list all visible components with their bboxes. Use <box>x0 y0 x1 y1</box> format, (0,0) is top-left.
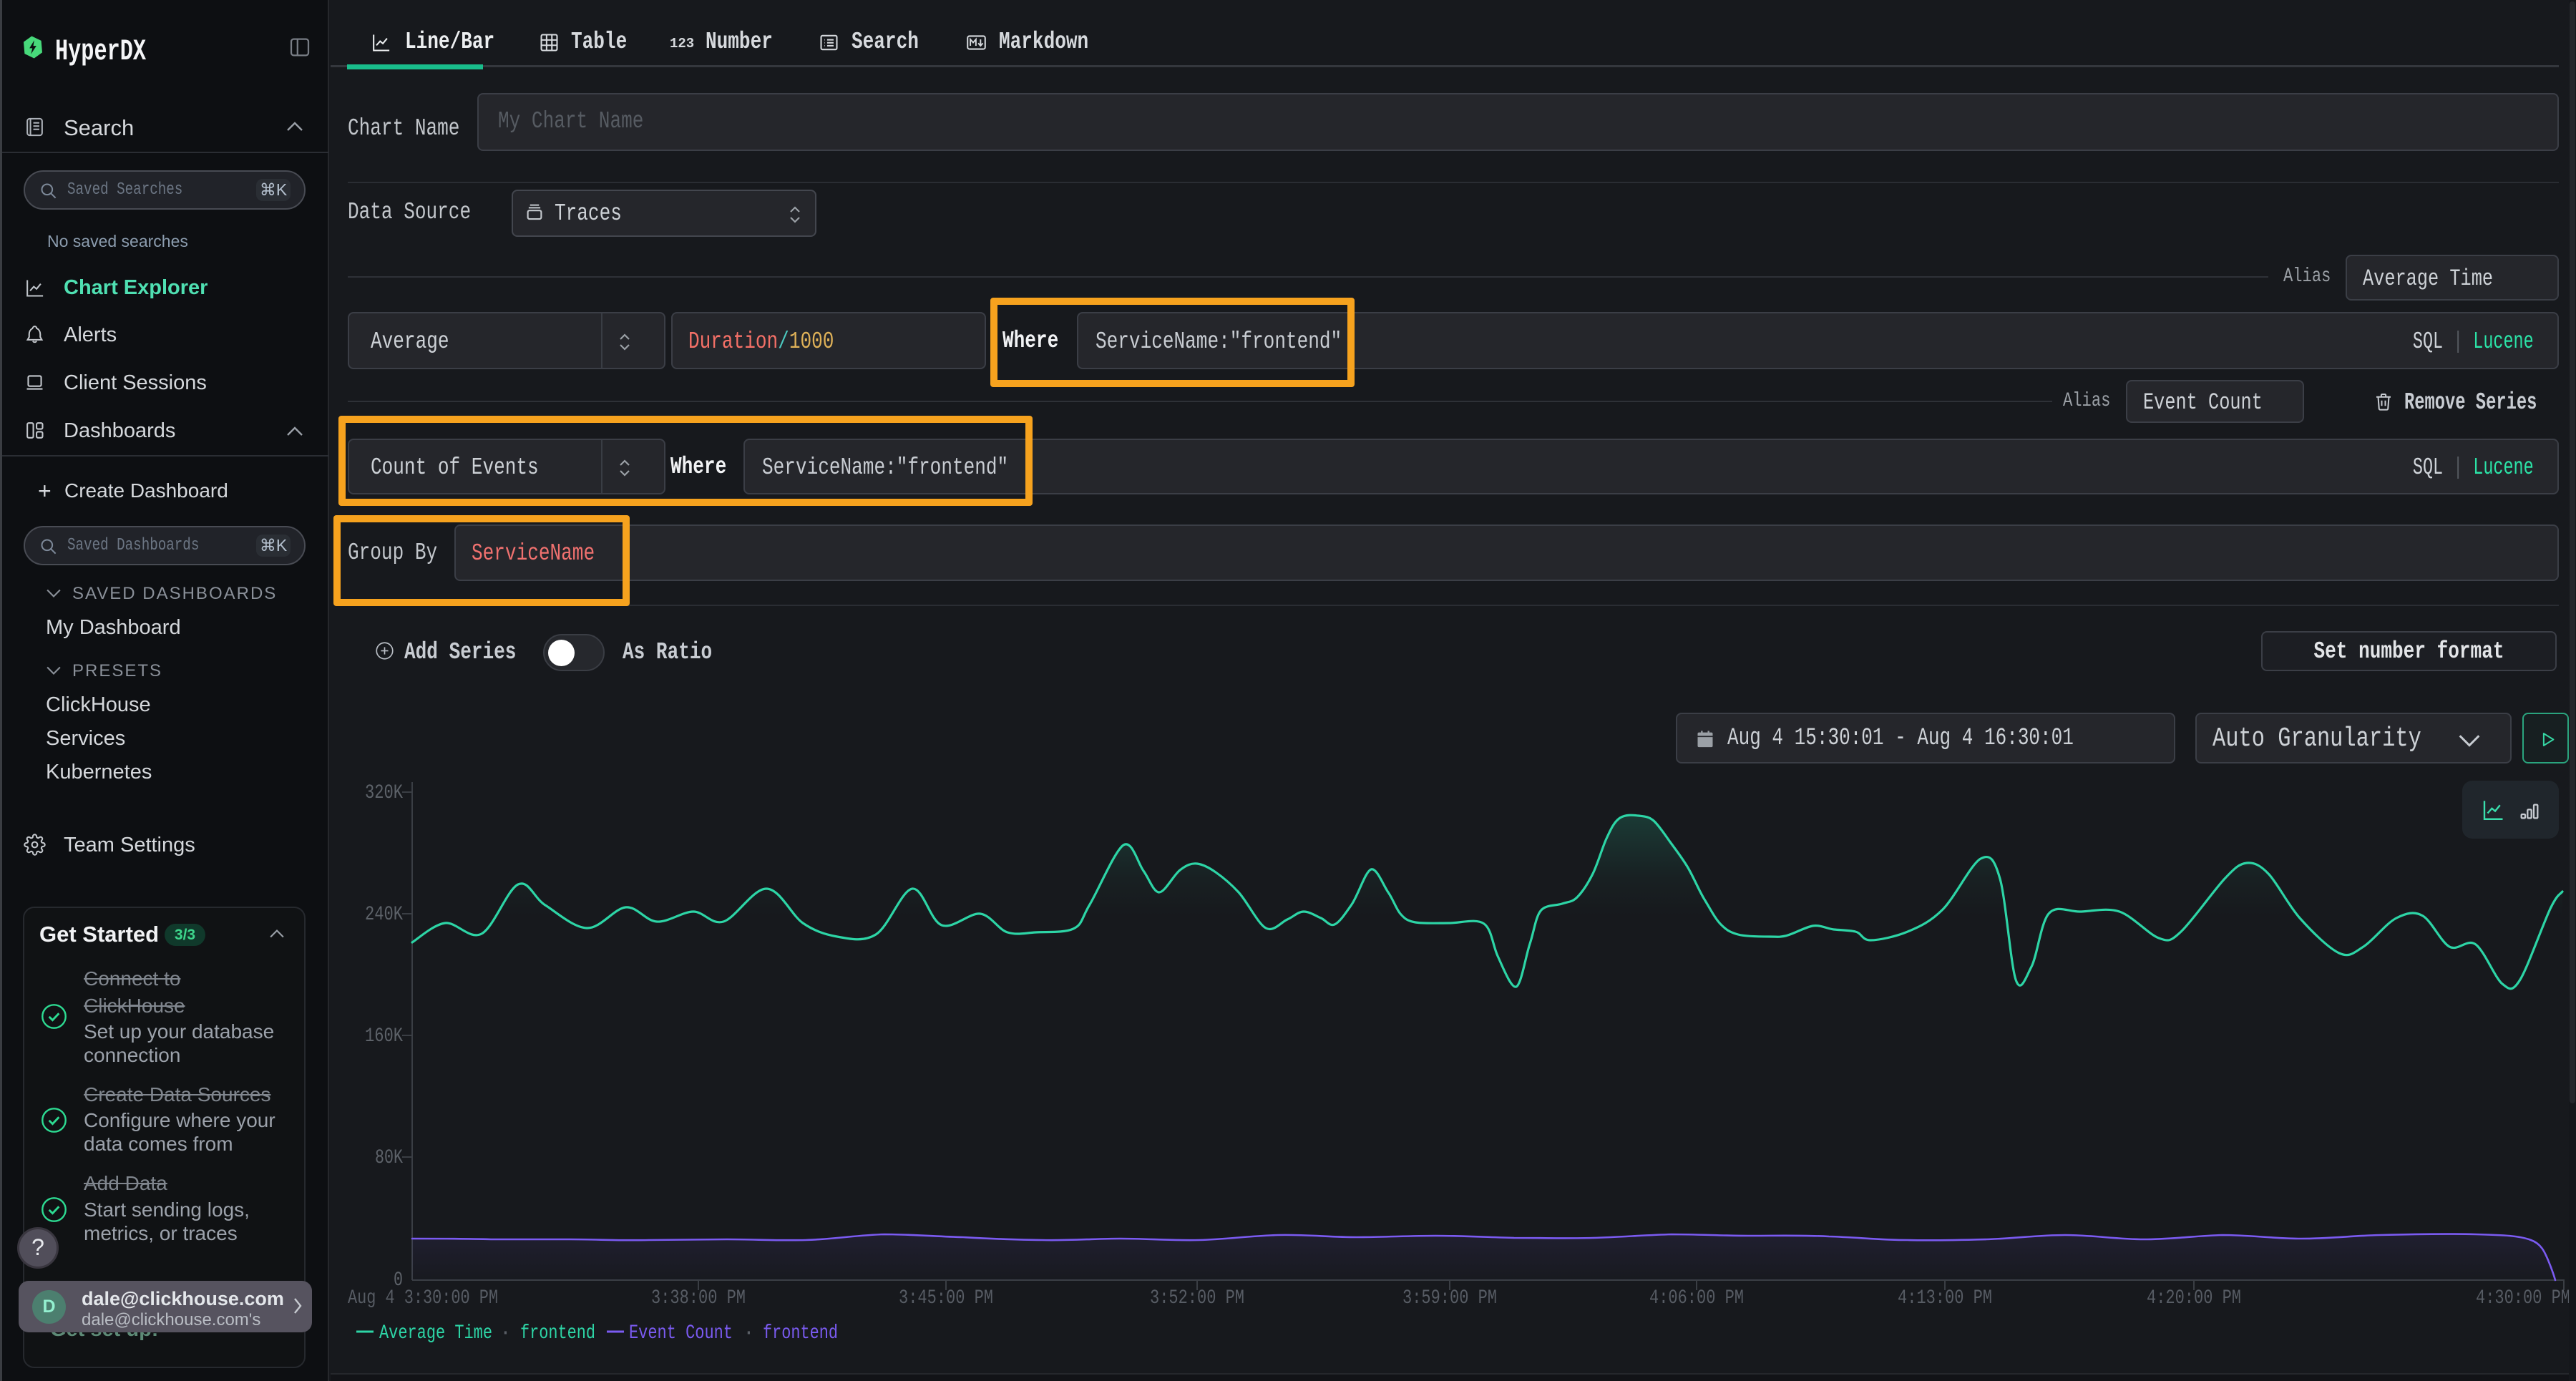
svg-text:4:30:00 PM: 4:30:00 PM <box>2476 1287 2570 1309</box>
svg-text:240K: 240K <box>365 904 403 926</box>
svg-text:3:38:00 PM: 3:38:00 PM <box>651 1287 746 1309</box>
svg-text:4:20:00 PM: 4:20:00 PM <box>2147 1287 2241 1309</box>
svg-text:4:13:00 PM: 4:13:00 PM <box>1898 1287 1992 1309</box>
svg-text:Event Count: Event Count <box>629 1322 733 1345</box>
svg-text:·: · <box>743 1322 755 1345</box>
svg-text:80K: 80K <box>375 1147 403 1169</box>
svg-text:3:45:00 PM: 3:45:00 PM <box>899 1287 993 1309</box>
svg-text:3:52:00 PM: 3:52:00 PM <box>1150 1287 1244 1309</box>
svg-text:frontend: frontend <box>763 1322 838 1345</box>
svg-text:320K: 320K <box>365 782 403 804</box>
svg-text:Aug 4 3:30:00 PM: Aug 4 3:30:00 PM <box>348 1287 498 1309</box>
svg-text:160K: 160K <box>365 1025 403 1048</box>
svg-text:·: · <box>499 1322 512 1345</box>
svg-text:frontend: frontend <box>520 1322 595 1345</box>
svg-text:Average Time: Average Time <box>379 1322 492 1345</box>
svg-text:3:59:00 PM: 3:59:00 PM <box>1402 1287 1497 1309</box>
svg-text:4:06:00 PM: 4:06:00 PM <box>1649 1287 1744 1309</box>
